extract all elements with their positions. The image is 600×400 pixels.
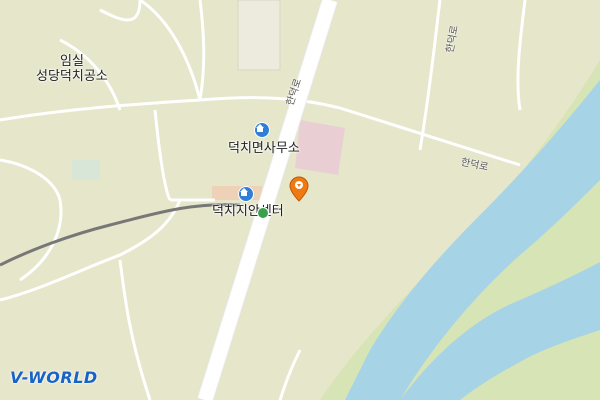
building-block: [237, 0, 281, 71]
office-home-icon[interactable]: [254, 122, 270, 138]
place-label-church: 성당덕치공소: [36, 69, 108, 84]
vworld-logo: V-WORLD: [10, 368, 98, 387]
center-home-icon[interactable]: [238, 186, 254, 202]
place-label-office: 덕치면사무소: [228, 141, 300, 156]
center-building: [212, 186, 262, 200]
map-canvas[interactable]: 임실 성당덕치공소 덕치면사무소 덕치지안센터 한덕로 한덕로 한덕로 V-WO…: [0, 0, 600, 400]
place-label-center: 덕치지안센터: [212, 204, 284, 219]
place-label-imsil: 임실: [60, 54, 84, 69]
parcel-block: [295, 120, 345, 175]
field-block: [72, 160, 100, 180]
station-icon[interactable]: [257, 207, 269, 219]
